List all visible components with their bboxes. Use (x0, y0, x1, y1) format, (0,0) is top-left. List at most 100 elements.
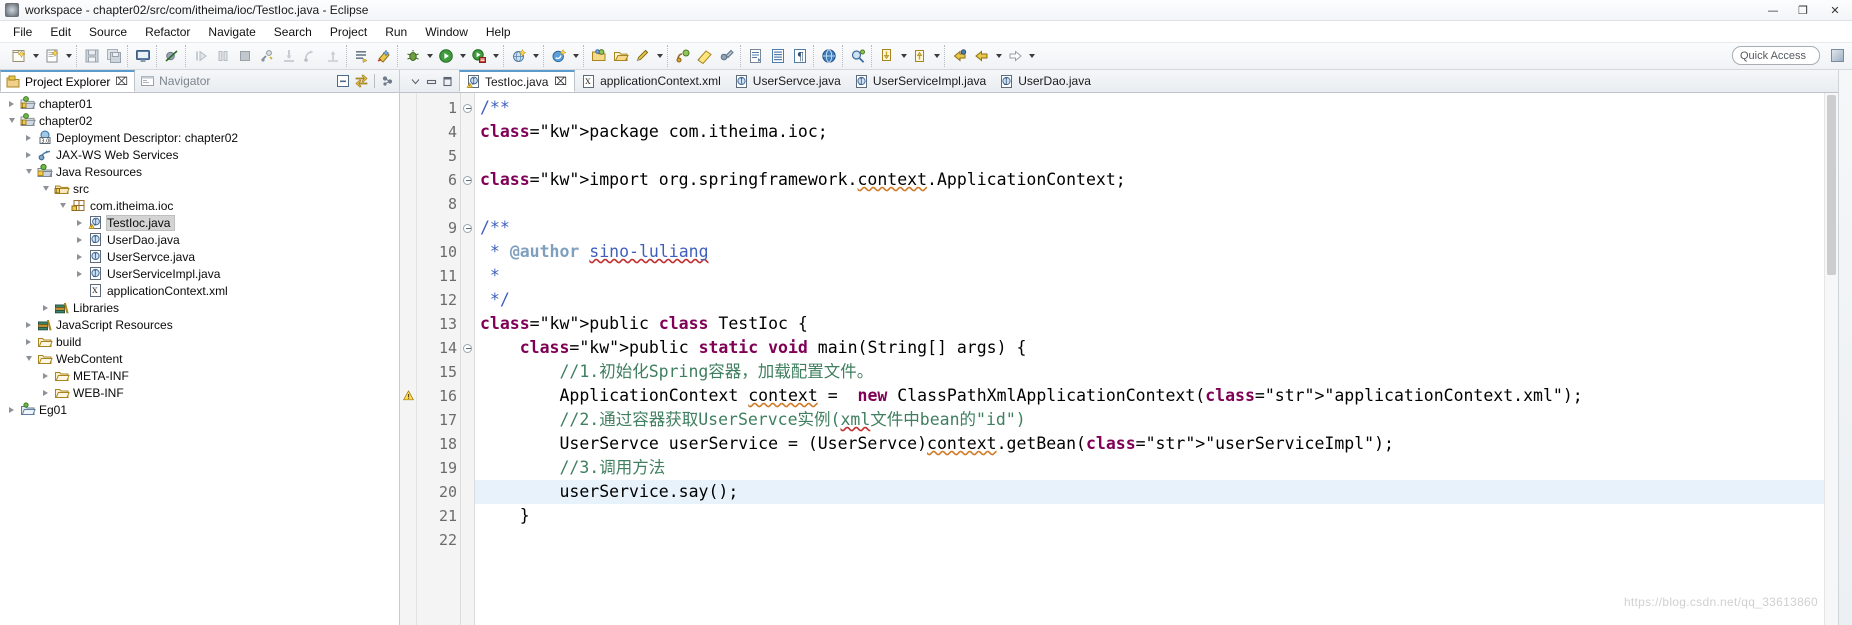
open-type-icon[interactable] (588, 45, 610, 67)
menu-help[interactable]: Help (477, 23, 520, 41)
code-line[interactable]: class="kw">package com.itheima.ioc; (475, 120, 1824, 144)
tree-item-testioc-java[interactable]: J TestIoc.java (0, 214, 399, 231)
code-line[interactable]: class="kw">public static void main(Strin… (475, 336, 1824, 360)
chevron-down-icon[interactable] (55, 197, 70, 214)
fold-toggle-icon[interactable] (461, 216, 474, 240)
new-spring-element-icon[interactable] (548, 45, 570, 67)
view-menu-icon[interactable] (378, 72, 397, 91)
editor-tab-testioc-java[interactable]: J TestIoc.java ⌧ (459, 70, 576, 92)
previous-annotation-icon[interactable] (909, 45, 931, 67)
save-all-icon[interactable] (103, 45, 125, 67)
code-line[interactable] (475, 192, 1824, 216)
open-task-icon[interactable] (610, 45, 632, 67)
tree-item-userserviceimpl-java[interactable]: J UserServiceImpl.java (0, 265, 399, 282)
code-line[interactable]: */ (475, 288, 1824, 312)
chevron-right-icon[interactable] (21, 129, 36, 146)
new-text-file-icon[interactable] (767, 45, 789, 67)
new-spring-element-dropdown-arrow[interactable] (570, 45, 581, 67)
chevron-right-icon[interactable] (72, 265, 87, 282)
menu-search[interactable]: Search (265, 23, 321, 41)
new-wizard-dropdown-arrow[interactable] (30, 45, 41, 67)
tree-item-javascript-resources[interactable]: JavaScript Resources (0, 316, 399, 333)
new-wizard-icon[interactable] (8, 45, 30, 67)
code-line[interactable]: class="kw">public class TestIoc { (475, 312, 1824, 336)
save-icon[interactable] (81, 45, 103, 67)
web-browser-icon[interactable] (818, 45, 840, 67)
step-into-icon[interactable] (278, 45, 300, 67)
tree-item-userdao-java[interactable]: J UserDao.java (0, 231, 399, 248)
code-line[interactable]: userService.say(); (475, 480, 1824, 504)
menu-refactor[interactable]: Refactor (136, 23, 199, 41)
menu-navigate[interactable]: Navigate (199, 23, 264, 41)
tree-item-deployment-descriptor-chapter02[interactable]: 3.0 Deployment Descriptor: chapter02 (0, 129, 399, 146)
edit-dropdown-arrow[interactable] (654, 45, 665, 67)
previous-annotation-dropdown-arrow[interactable] (931, 45, 942, 67)
next-annotation-icon[interactable] (876, 45, 898, 67)
back-history-icon[interactable] (949, 45, 971, 67)
code-line[interactable]: } (475, 504, 1824, 528)
warning-marker-icon[interactable] (403, 390, 414, 401)
tree-item-java-resources[interactable]: Java Resources (0, 163, 399, 180)
chevron-right-icon[interactable] (21, 146, 36, 163)
chevron-right-icon[interactable] (72, 214, 87, 231)
editor-tab-close-icon[interactable]: ⌧ (554, 75, 567, 88)
editor-tab-userdao-java[interactable]: J UserDao.java (993, 70, 1098, 92)
paragraph-icon[interactable]: ¶ (789, 45, 811, 67)
menu-source[interactable]: Source (80, 23, 136, 41)
code-line[interactable] (475, 528, 1824, 552)
coverage-icon[interactable] (694, 45, 716, 67)
chevron-down-icon[interactable] (38, 180, 53, 197)
forward-history-dropdown-arrow[interactable] (1026, 45, 1037, 67)
close-button[interactable]: ✕ (1818, 0, 1852, 21)
marker-bar[interactable] (400, 93, 417, 625)
tree-item-com-itheima-ioc[interactable]: com.itheima.ioc (0, 197, 399, 214)
chevron-down-icon[interactable] (4, 112, 19, 129)
tree-item-applicationcontext-xml[interactable]: XapplicationContext.xml (0, 282, 399, 299)
editor-tab-userserviceimpl-java[interactable]: J UserServiceImpl.java (848, 70, 993, 92)
menu-window[interactable]: Window (416, 23, 477, 41)
view-tab-close-icon[interactable]: ⌧ (115, 75, 128, 88)
menu-project[interactable]: Project (321, 23, 376, 41)
fold-toggle-icon[interactable] (461, 96, 474, 120)
new-xml-file-icon[interactable] (745, 45, 767, 67)
chevron-down-icon[interactable] (21, 163, 36, 180)
maximize-button[interactable]: ❐ (1788, 0, 1818, 21)
previous-edit-dropdown-arrow[interactable] (993, 45, 1004, 67)
suspend-icon[interactable] (212, 45, 234, 67)
profile-icon[interactable] (672, 45, 694, 67)
next-annotation-dropdown-arrow[interactable] (898, 45, 909, 67)
minimize-view-icon[interactable] (407, 73, 423, 89)
new-java-class-dropdown-arrow[interactable] (63, 45, 74, 67)
code-line[interactable]: * (475, 264, 1824, 288)
tree-item-build[interactable]: build (0, 333, 399, 350)
step-return-icon[interactable] (322, 45, 344, 67)
chevron-right-icon[interactable] (38, 367, 53, 384)
chevron-right-icon[interactable] (72, 248, 87, 265)
run-dropdown-arrow[interactable] (457, 45, 468, 67)
fold-toggle-icon[interactable] (461, 168, 474, 192)
code-line[interactable]: UserServce userService = (UserServce)con… (475, 432, 1824, 456)
external-tools-icon[interactable] (716, 45, 738, 67)
quick-access-field[interactable]: Quick Access (1732, 46, 1820, 65)
code-line[interactable]: //2.通过容器获取UserServce实例(xml文件中bean的"id") (475, 408, 1824, 432)
open-perspective-button[interactable] (1824, 45, 1850, 66)
tree-item-webcontent[interactable]: WebContent (0, 350, 399, 367)
restore-view-icon[interactable] (423, 73, 439, 89)
run-icon[interactable] (435, 45, 457, 67)
new-web-project-icon[interactable] (508, 45, 530, 67)
skip-breakpoints-icon[interactable] (161, 45, 183, 67)
vertical-scrollbar[interactable] (1824, 93, 1838, 625)
tree-item-meta-inf[interactable]: META-INF (0, 367, 399, 384)
tree-item-chapter01[interactable]: Jchapter01 (0, 95, 399, 112)
tree-item-userservce-java[interactable]: I UserServce.java (0, 248, 399, 265)
code-editor[interactable]: 1 4 5 6 8 9 10 11 12 13 14 15 16 17 18 19 20 21 22 /** clas… (400, 93, 1838, 625)
run-as-server-dropdown-arrow[interactable] (490, 45, 501, 67)
view-tab-project-explorer[interactable]: Project Explorer ⌧ (0, 70, 136, 92)
tree-item-libraries[interactable]: Libraries (0, 299, 399, 316)
link-with-editor-icon[interactable] (352, 72, 371, 91)
code-line[interactable]: * @author sino-luliang (475, 240, 1824, 264)
fold-toggle-icon[interactable] (461, 336, 474, 360)
menu-run[interactable]: Run (376, 23, 416, 41)
forward-history-icon[interactable] (1004, 45, 1026, 67)
run-last-tool-icon[interactable] (373, 45, 395, 67)
